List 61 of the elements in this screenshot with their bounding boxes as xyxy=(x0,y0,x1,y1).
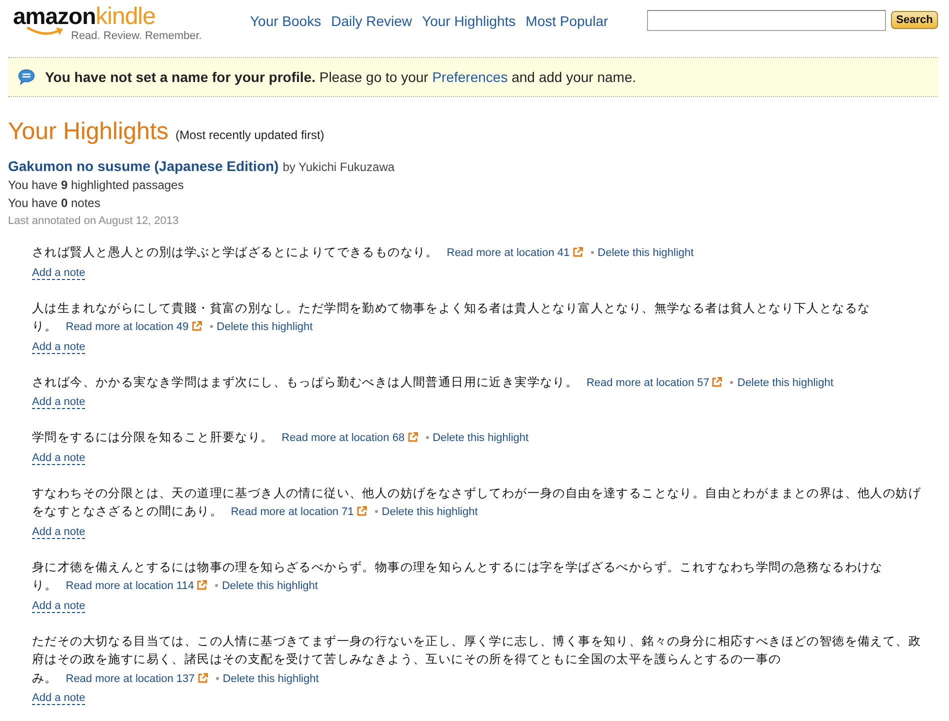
highlight-passage: されば賢人と愚人との別は学ぶと学ばざるとによりてできるものなり。 Read more at location 41 Delete this highlight xyxy=(32,244,695,261)
highlight-passage: 人は生まれながらにして貴賤・貧富の別なし。ただ学問を勤めて物事をよく知る者は貴人となり富人となり、無学なる者は貧人となり下人となるなり。 Read more at location 49 Delete this highlight xyxy=(32,300,872,335)
read-more-link[interactable]: Read more at location 57 xyxy=(586,376,722,388)
add-note-link[interactable]: Add a note xyxy=(32,340,86,354)
bullet-icon xyxy=(730,380,734,384)
bullet-icon xyxy=(210,325,213,328)
page-title: Your Highlights xyxy=(8,118,169,146)
read-more-link[interactable]: Read more at location 68 xyxy=(282,432,418,444)
notice-message: You have not set a name for your profile. Please go to your Preferences and add your name. xyxy=(45,68,636,86)
nav-link[interactable]: Your Books xyxy=(250,12,322,30)
add-note-link[interactable]: Add a note xyxy=(32,692,86,705)
book-title-link[interactable]: Gakumon no susume (Japanese Edition) xyxy=(8,157,279,175)
delete-highlight-link[interactable]: Delete this highlight xyxy=(598,247,694,259)
preferences-link[interactable]: Preferences xyxy=(432,69,508,85)
read-more-link[interactable]: Read more at location 137 xyxy=(66,672,208,684)
highlight-passage: すなわちその分限とは、天の道理に基づき人の情に従い、他人の妨げをなさずしてわが一身の自由を達することなり。自由とわがままとの界は、他人の妨げをなすとなさざるとの間にあり。 Read more at location 71 Delete this highlight xyxy=(32,484,922,520)
bullet-icon xyxy=(426,436,429,440)
sort-note: (Most recently updated first) xyxy=(176,128,324,142)
add-note-link[interactable]: Add a note xyxy=(32,452,86,464)
add-note-link[interactable]: Add a note xyxy=(32,600,86,612)
add-note-link[interactable]: Add a note xyxy=(32,396,86,409)
search-button[interactable]: Search xyxy=(891,11,938,29)
last-annotated-date: Last annotated on August 12, 2013 xyxy=(8,214,180,229)
book-author: by Yukichi Fukuzawa xyxy=(282,159,395,176)
bullet-icon xyxy=(214,584,218,588)
kindle-logo: amazonkindle xyxy=(13,4,156,29)
bullet-icon xyxy=(590,251,594,254)
highlight-passage: されば今、かかる実なき学問はまず次にし、もっぱら勤むべきは人間普通日用に近き実学なり。 Read more at location 57 Delete this highlight xyxy=(32,374,834,390)
external-link-icon xyxy=(712,376,722,386)
logo-tagline: Read. Review. Remember. xyxy=(71,30,202,43)
read-more-link[interactable]: Read more at location 49 xyxy=(66,321,202,333)
highlight-passage: 身に才徳を備えんとするには物事の理を知らざるべからず。物事の理を知らんとするには字を学ばざるべからず。これすなわち学問の急務なるわけなり。 Read more at location 114 Delete this highlight xyxy=(32,558,884,594)
read-more-link[interactable]: Read more at location 114 xyxy=(66,580,207,592)
nav-link[interactable]: Your Highlights xyxy=(422,12,516,30)
nav-link[interactable]: Most Popular xyxy=(526,12,608,30)
delete-highlight-link[interactable]: Delete this highlight xyxy=(222,672,319,684)
highlight-passage: 学問をするには分限を知ること肝要なり。 Read more at location 68 Delete this highlight xyxy=(32,429,530,446)
external-link-icon xyxy=(198,672,208,682)
note-count: You have 0 notes xyxy=(8,195,102,212)
delete-highlight-link[interactable]: Delete this highlight xyxy=(222,580,318,592)
external-link-icon xyxy=(356,506,367,516)
delete-highlight-link[interactable]: Delete this highlight xyxy=(432,432,529,444)
delete-highlight-link[interactable]: Delete this highlight xyxy=(382,506,478,518)
highlight-count: You have 9 highlighted passages xyxy=(8,177,185,194)
external-link-icon xyxy=(192,321,202,331)
smile-arrow-icon xyxy=(27,26,65,37)
external-link-icon xyxy=(408,432,418,442)
read-more-link[interactable]: Read more at location 41 xyxy=(446,247,583,259)
external-link-icon xyxy=(196,580,207,590)
speech-bubble-icon xyxy=(18,69,35,85)
delete-highlight-link[interactable]: Delete this highlight xyxy=(737,376,834,388)
bullet-icon xyxy=(216,676,219,680)
nav-link[interactable]: Daily Review xyxy=(331,12,412,30)
highlight-passage: ただその大切なる目当ては、この人情に基づきてまず一身の行ないを正し、厚く学に志し、博く事を知り、銘々の身分に相応すべきほどの智徳を備えて、政府はその政を施すに易く、諸民はその支配を受けて苦しみなきよう、互いにその所を得てともに全国の太平を護らんとするの一事のみ。 Read more at location 137 Delete this highlight xyxy=(32,632,922,686)
read-more-link[interactable]: Read more at location 71 xyxy=(230,506,367,518)
external-link-icon xyxy=(572,247,583,257)
add-note-link[interactable]: Add a note xyxy=(32,526,86,538)
bullet-icon xyxy=(374,510,378,514)
delete-highlight-link[interactable]: Delete this highlight xyxy=(216,321,313,333)
search-field[interactable] xyxy=(647,10,886,31)
add-note-link[interactable]: Add a note xyxy=(32,266,86,280)
